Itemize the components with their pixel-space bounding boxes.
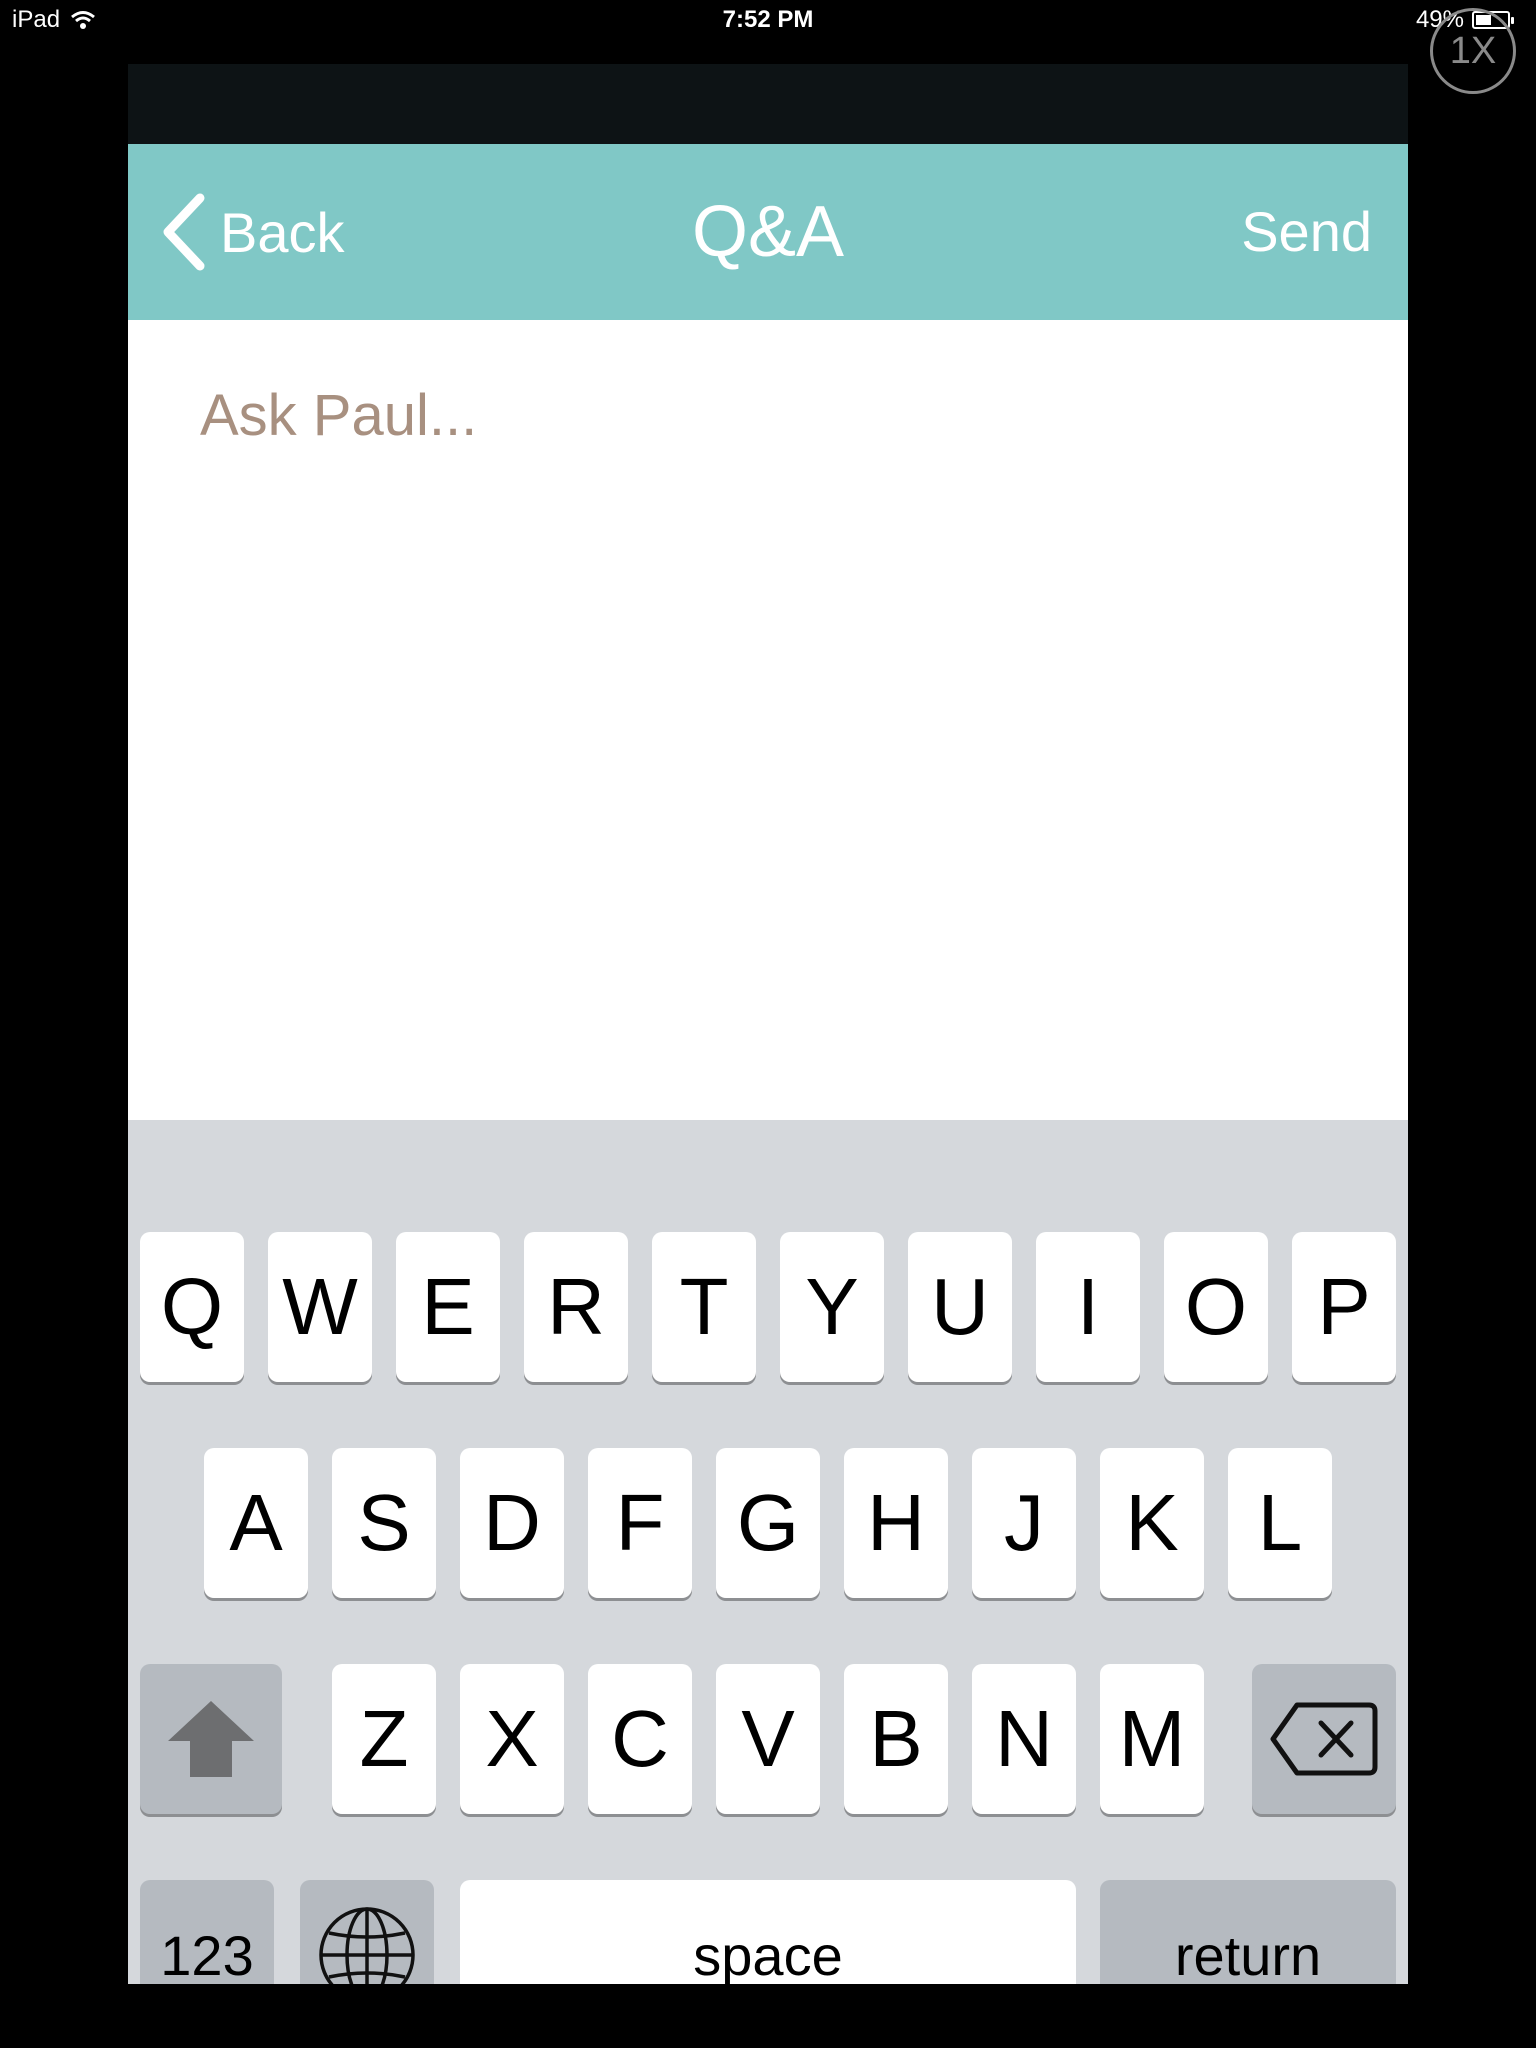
space-key[interactable]: space bbox=[460, 1880, 1076, 1984]
shift-arrow-icon bbox=[168, 1701, 254, 1777]
key-y[interactable]: Y bbox=[780, 1232, 884, 1382]
delete-key[interactable] bbox=[1252, 1664, 1396, 1814]
key-r[interactable]: R bbox=[524, 1232, 628, 1382]
zoom-indicator[interactable]: 1X bbox=[1430, 8, 1516, 94]
app-frame: Back Q&A Send Q W E R T Y U I O P A S D … bbox=[128, 64, 1408, 1984]
shift-key[interactable] bbox=[140, 1664, 282, 1814]
key-n[interactable]: N bbox=[972, 1664, 1076, 1814]
key-u[interactable]: U bbox=[908, 1232, 1012, 1382]
key-s[interactable]: S bbox=[332, 1448, 436, 1598]
key-d[interactable]: D bbox=[460, 1448, 564, 1598]
back-label: Back bbox=[220, 200, 345, 264]
key-t[interactable]: T bbox=[652, 1232, 756, 1382]
key-l[interactable]: L bbox=[1228, 1448, 1332, 1598]
key-k[interactable]: K bbox=[1100, 1448, 1204, 1598]
key-a[interactable]: A bbox=[204, 1448, 308, 1598]
back-button[interactable]: Back bbox=[158, 144, 345, 320]
chevron-left-icon bbox=[163, 193, 205, 271]
status-bar: iPad 7:52 PM 49% bbox=[0, 0, 1536, 40]
key-v[interactable]: V bbox=[716, 1664, 820, 1814]
key-e[interactable]: E bbox=[396, 1232, 500, 1382]
key-j[interactable]: J bbox=[972, 1448, 1076, 1598]
numbers-key[interactable]: 123 bbox=[140, 1880, 274, 1984]
send-button[interactable]: Send bbox=[1241, 144, 1372, 320]
key-o[interactable]: O bbox=[1164, 1232, 1268, 1382]
key-z[interactable]: Z bbox=[332, 1664, 436, 1814]
key-i[interactable]: I bbox=[1036, 1232, 1140, 1382]
question-input[interactable] bbox=[198, 380, 1352, 1064]
status-time: 7:52 PM bbox=[722, 6, 814, 33]
nav-bar: Back Q&A Send bbox=[128, 144, 1408, 320]
return-key[interactable]: return bbox=[1100, 1880, 1396, 1984]
keyboard: Q W E R T Y U I O P A S D F G H J K L Z … bbox=[128, 1120, 1408, 1984]
key-h[interactable]: H bbox=[844, 1448, 948, 1598]
top-strip bbox=[128, 64, 1408, 144]
key-b[interactable]: B bbox=[844, 1664, 948, 1814]
globe-icon bbox=[319, 1907, 415, 1984]
key-q[interactable]: Q bbox=[140, 1232, 244, 1382]
key-f[interactable]: F bbox=[588, 1448, 692, 1598]
backspace-icon bbox=[1270, 1702, 1378, 1776]
key-m[interactable]: M bbox=[1100, 1664, 1204, 1814]
key-p[interactable]: P bbox=[1292, 1232, 1396, 1382]
globe-key[interactable] bbox=[300, 1880, 434, 1984]
key-c[interactable]: C bbox=[588, 1664, 692, 1814]
compose-area bbox=[128, 320, 1408, 1120]
key-w[interactable]: W bbox=[268, 1232, 372, 1382]
key-g[interactable]: G bbox=[716, 1448, 820, 1598]
key-x[interactable]: X bbox=[460, 1664, 564, 1814]
